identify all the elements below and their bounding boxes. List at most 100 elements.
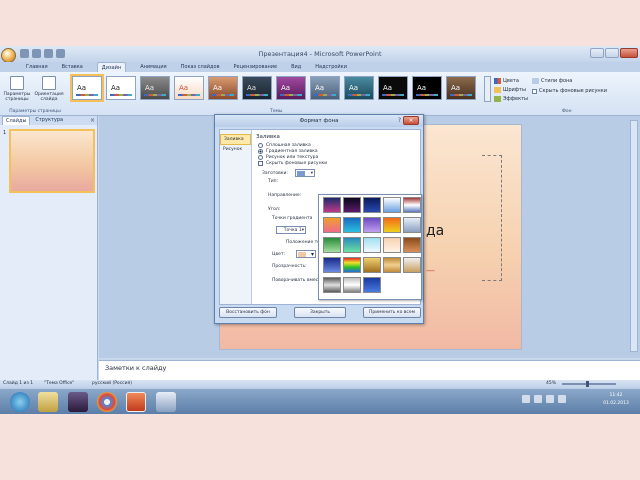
redo-icon[interactable] — [44, 49, 53, 58]
preset-swatch[interactable] — [343, 237, 361, 253]
preset-swatch[interactable] — [343, 217, 361, 233]
preset-swatch[interactable] — [403, 197, 421, 213]
tab-addins[interactable]: Надстройки — [315, 62, 347, 72]
angle-label: Угол: — [268, 207, 281, 212]
network-icon[interactable] — [522, 395, 530, 403]
browser-icon[interactable] — [10, 392, 30, 412]
app-icon[interactable] — [156, 392, 176, 412]
preset-swatch[interactable] — [343, 197, 361, 213]
slide-thumbnail[interactable] — [9, 129, 95, 193]
reset-background-button[interactable]: Восстановить фон — [219, 307, 277, 318]
preset-swatch[interactable] — [383, 217, 401, 233]
preset-swatch[interactable] — [403, 257, 421, 273]
preset-swatch[interactable] — [383, 237, 401, 253]
stop-dropdown[interactable]: Точка 1 ▾ — [276, 226, 306, 234]
tab-animation[interactable]: Анимация — [140, 62, 166, 72]
theme-thumbnail[interactable]: Aa — [70, 74, 104, 102]
save-icon[interactable] — [20, 49, 29, 58]
hide-bg-checkbox[interactable]: Скрыть фоновые рисунки — [258, 160, 416, 166]
colors-button[interactable]: Цвета — [494, 76, 530, 85]
status-language[interactable]: русский (Россия) — [92, 380, 132, 388]
status-theme: "Тема Office" — [44, 381, 75, 386]
zoom-level[interactable]: 45% — [546, 380, 556, 388]
preset-dropdown[interactable]: ▾ — [294, 169, 315, 177]
maximize-button[interactable] — [605, 48, 619, 58]
theme-thumbnail[interactable]: Aa — [242, 76, 272, 100]
preset-swatch[interactable] — [323, 277, 341, 293]
folder-icon[interactable] — [38, 392, 58, 412]
preset-swatch[interactable] — [323, 217, 341, 233]
clock-date: 01.02.2013 — [603, 401, 629, 406]
preset-swatch[interactable] — [343, 257, 361, 273]
theme-thumbnail[interactable]: Aa — [174, 76, 204, 100]
preset-swatch[interactable] — [363, 237, 381, 253]
themes-scroll[interactable] — [484, 76, 491, 102]
page-setup-button[interactable]: Параметры страницы — [2, 76, 32, 106]
gradient-fill-label: Градиентная заливка — [266, 148, 318, 154]
theme-thumbnail[interactable]: Aa — [310, 76, 340, 100]
preset-swatch[interactable] — [363, 257, 381, 273]
preset-swatch[interactable] — [323, 257, 341, 273]
preset-swatch[interactable] — [323, 237, 341, 253]
theme-thumbnail[interactable]: Aa — [208, 76, 238, 100]
theme-thumbnail[interactable]: Aa — [344, 76, 374, 100]
preset-swatch[interactable] — [363, 217, 381, 233]
flag-icon[interactable] — [534, 395, 542, 403]
slide-mark: — — [426, 266, 435, 276]
theme-thumbnail[interactable]: Aa — [412, 76, 442, 100]
office-button[interactable] — [1, 48, 16, 63]
hide-bg-label: Скрыть фоновые рисунки — [266, 160, 328, 166]
preset-swatch[interactable] — [403, 237, 421, 253]
preset-swatch[interactable] — [363, 197, 381, 213]
theme-thumbnail[interactable]: Aa — [378, 76, 408, 100]
tab-design[interactable]: Дизайн — [96, 62, 127, 72]
language-icon[interactable] — [558, 395, 566, 403]
chrome-icon[interactable] — [97, 392, 117, 412]
effects-icon — [494, 95, 501, 102]
volume-icon[interactable] — [546, 395, 554, 403]
category-picture[interactable]: Рисунок — [220, 145, 251, 154]
close-icon[interactable]: × — [90, 117, 95, 124]
preset-swatch[interactable] — [343, 277, 361, 293]
slides-pane-tabs: Слайды Структура — [0, 116, 97, 125]
theme-thumbnail[interactable]: Aa — [140, 76, 170, 100]
media-player-icon[interactable] — [68, 392, 88, 412]
preset-swatch[interactable] — [383, 197, 401, 213]
category-fill[interactable]: Заливка — [220, 134, 251, 145]
tab-slides[interactable]: Слайды — [2, 116, 31, 125]
help-icon[interactable]: ? — [398, 117, 401, 124]
notes-pane[interactable]: Заметки к слайду — [99, 360, 640, 380]
tab-home[interactable]: Главная — [26, 62, 48, 72]
customize-qat-icon[interactable] — [56, 49, 65, 58]
theme-thumbnail[interactable]: Aa — [106, 76, 136, 100]
preset-swatch[interactable] — [323, 197, 341, 213]
tab-view[interactable]: Вид — [291, 62, 301, 72]
clock[interactable]: 11:42 01.02.2013 — [598, 392, 634, 408]
tab-review[interactable]: Рецензирование — [234, 62, 278, 72]
text-placeholder[interactable] — [482, 155, 502, 281]
hide-bg-graphics-checkbox[interactable]: Скрыть фоновые рисунки — [532, 86, 632, 96]
apply-to-all-button[interactable]: Применить ко всем — [363, 307, 421, 318]
tab-slideshow[interactable]: Показ слайдов — [181, 62, 220, 72]
theme-thumbnail[interactable]: Aa — [276, 76, 306, 100]
fonts-button[interactable]: Шрифты — [494, 85, 530, 94]
preset-swatch[interactable] — [403, 217, 421, 233]
undo-icon[interactable] — [32, 49, 41, 58]
theme-thumbnail[interactable]: Aa — [446, 76, 476, 100]
zoom-slider[interactable] — [562, 381, 616, 387]
vertical-scrollbar[interactable] — [630, 120, 638, 352]
tab-insert[interactable]: Вставка — [62, 62, 83, 72]
close-dialog-button[interactable]: × — [403, 116, 419, 125]
background-styles-button[interactable]: Стили фона — [532, 76, 632, 86]
close-window-button[interactable] — [620, 48, 638, 58]
minimize-button[interactable] — [590, 48, 604, 58]
color-dropdown[interactable]: ▾ — [296, 250, 316, 258]
preset-swatch[interactable] — [363, 277, 381, 293]
effects-button[interactable]: Эффекты — [494, 94, 530, 103]
tab-outline[interactable]: Структура — [32, 116, 66, 125]
orientation-button[interactable]: Ориентация слайда — [34, 76, 64, 106]
close-button[interactable]: Закрыть — [294, 307, 346, 318]
preset-swatch[interactable] — [383, 257, 401, 273]
status-slide: Слайд 1 из 1 — [3, 381, 34, 386]
powerpoint-icon[interactable] — [126, 392, 146, 412]
